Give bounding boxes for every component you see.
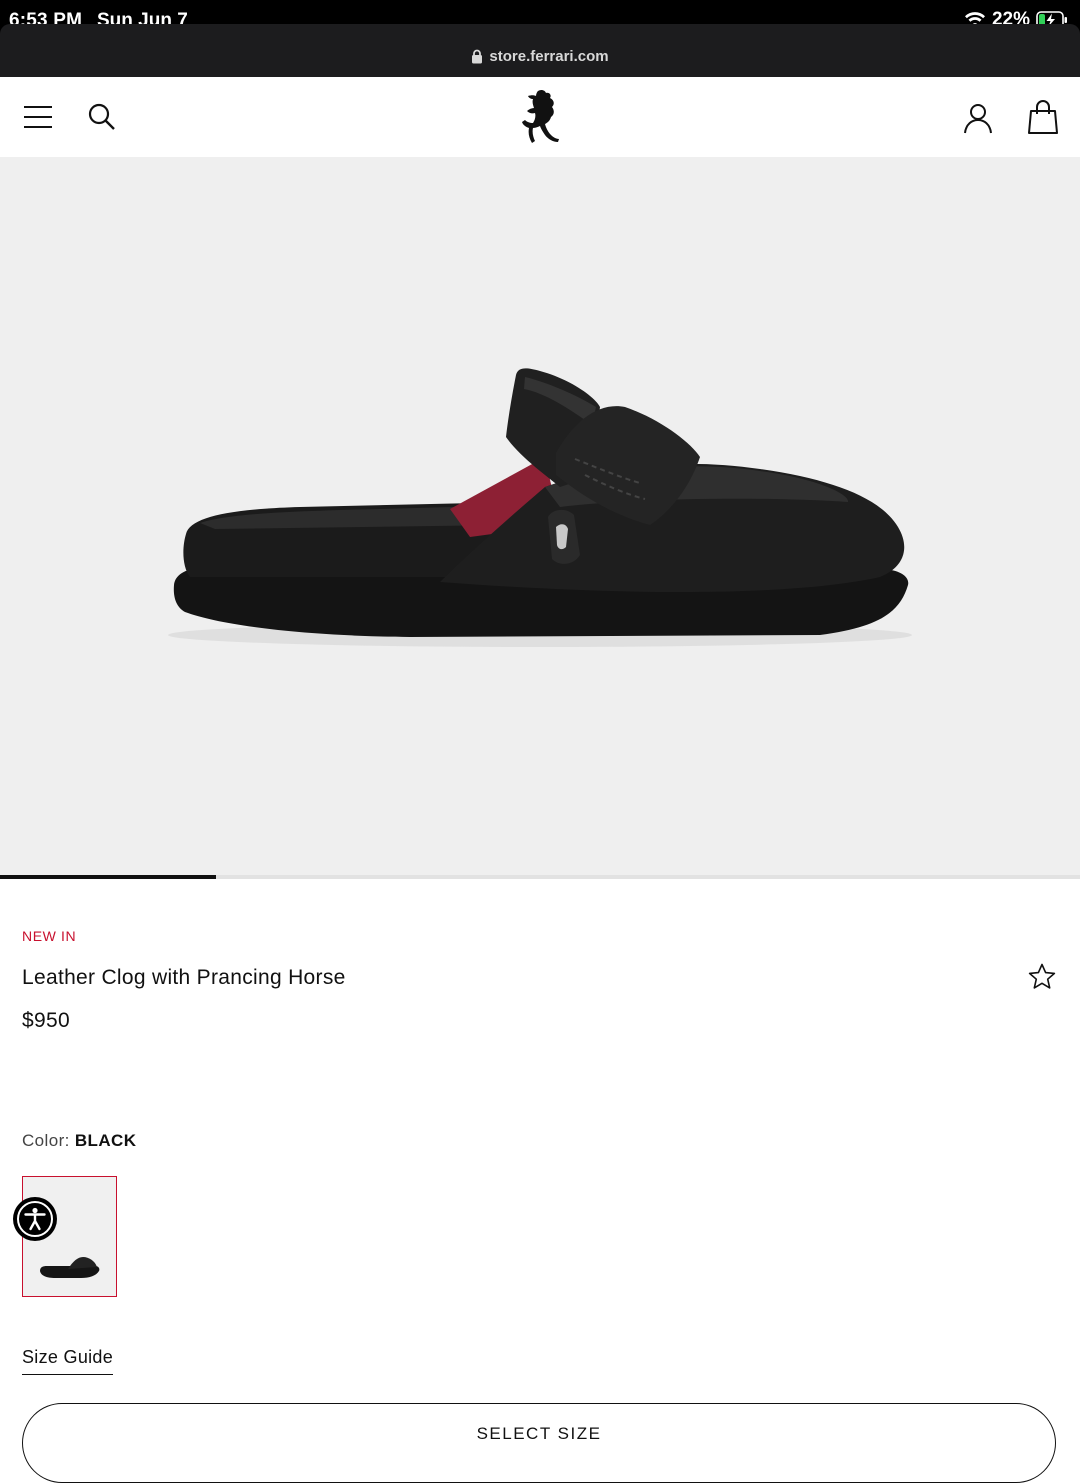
product-title: Leather Clog with Prancing Horse xyxy=(22,966,346,989)
select-size-label: SELECT SIZE xyxy=(476,1424,602,1443)
prancing-horse-logo[interactable] xyxy=(518,87,562,147)
wishlist-star-icon[interactable] xyxy=(1027,962,1057,992)
select-size-button[interactable]: SELECT SIZE xyxy=(22,1403,1056,1483)
product-image-gallery[interactable] xyxy=(0,157,1080,875)
product-image xyxy=(168,368,912,647)
product-price: $950 xyxy=(22,1009,70,1032)
gallery-progress-track xyxy=(0,875,1080,879)
color-value: BLACK xyxy=(74,1131,137,1150)
color-label: Color: xyxy=(22,1131,70,1150)
shopping-bag-icon[interactable] xyxy=(1026,99,1060,135)
site-header xyxy=(0,77,1080,157)
account-icon[interactable] xyxy=(961,101,995,135)
url-text: store.ferrari.com xyxy=(489,48,609,65)
color-selector-label: Color: BLACK xyxy=(22,1131,136,1151)
accessibility-icon xyxy=(17,1201,53,1237)
browser-url-bar[interactable]: store.ferrari.com xyxy=(0,24,1080,77)
lock-icon xyxy=(472,49,483,64)
search-icon[interactable] xyxy=(86,101,118,133)
new-in-badge: NEW IN xyxy=(22,928,77,944)
size-guide-link[interactable]: Size Guide xyxy=(22,1347,114,1375)
hamburger-menu-icon[interactable] xyxy=(22,101,54,133)
gallery-progress-indicator xyxy=(0,875,216,879)
accessibility-button[interactable] xyxy=(13,1197,57,1241)
